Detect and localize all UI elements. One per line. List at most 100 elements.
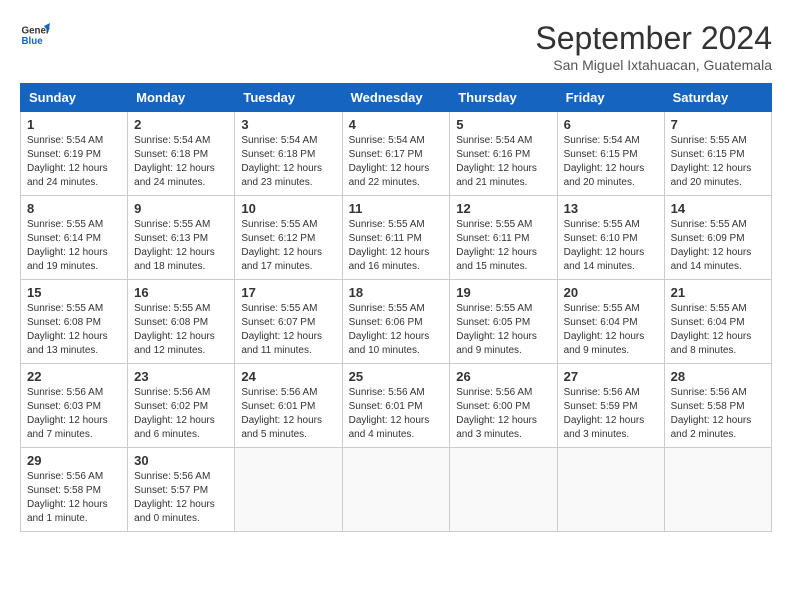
calendar-cell: 17 Sunrise: 5:55 AMSunset: 6:07 PMDayligh… [235, 280, 342, 364]
day-number: 3 [241, 117, 335, 132]
calendar-cell: 24Sunrise: 5:56 AMSunset: 6:01 PMDayligh… [235, 364, 342, 448]
day-number: 28 [671, 369, 765, 384]
day-info: Sunrise: 5:55 AMSunset: 6:07 PMDaylight:… [241, 303, 322, 356]
day-info: Sunrise: 5:55 AMSunset: 6:12 PMDaylight:… [241, 219, 322, 272]
calendar-cell: 19 Sunrise: 5:55 AMSunset: 6:05 PMDayligh… [450, 280, 557, 364]
day-number: 19 [456, 285, 550, 300]
calendar-cell: 7 Sunrise: 5:55 AMSunset: 6:15 PMDaylight… [664, 112, 771, 196]
calendar-cell: 11Sunrise: 5:55 AMSunset: 6:11 PMDayligh… [342, 196, 450, 280]
calendar-cell: 2Sunrise: 5:54 AMSunset: 6:18 PMDaylight… [128, 112, 235, 196]
day-info: Sunrise: 5:56 AMSunset: 6:03 PMDaylight:… [27, 387, 108, 440]
day-info: Sunrise: 5:55 AMSunset: 6:08 PMDaylight:… [134, 303, 215, 356]
day-info: Sunrise: 5:55 AMSunset: 6:05 PMDaylight:… [456, 303, 537, 356]
calendar-cell: 8 Sunrise: 5:55 AMSunset: 6:14 PMDaylight… [21, 196, 128, 280]
day-info: Sunrise: 5:56 AMSunset: 6:01 PMDaylight:… [349, 387, 430, 440]
day-info: Sunrise: 5:54 AMSunset: 6:18 PMDaylight:… [134, 135, 215, 188]
day-header-wednesday: Wednesday [342, 84, 450, 112]
day-info: Sunrise: 5:54 AMSunset: 6:18 PMDaylight:… [241, 135, 322, 188]
calendar-cell: 1 Sunrise: 5:54 AMSunset: 6:19 PMDaylight… [21, 112, 128, 196]
day-number: 29 [27, 453, 121, 468]
day-info: Sunrise: 5:55 AMSunset: 6:14 PMDaylight:… [27, 219, 108, 272]
day-number: 5 [456, 117, 550, 132]
day-number: 10 [241, 201, 335, 216]
calendar-cell: 29 Sunrise: 5:56 AMSunset: 5:58 PMDayligh… [21, 448, 128, 532]
day-number: 1 [27, 117, 121, 132]
day-number: 9 [134, 201, 228, 216]
location: San Miguel Ixtahuacan, Guatemala [535, 57, 772, 73]
day-number: 13 [564, 201, 658, 216]
calendar-header-row: SundayMondayTuesdayWednesdayThursdayFrid… [21, 84, 772, 112]
calendar-week-4: 22 Sunrise: 5:56 AMSunset: 6:03 PMDayligh… [21, 364, 772, 448]
calendar-cell: 4 Sunrise: 5:54 AMSunset: 6:17 PMDaylight… [342, 112, 450, 196]
day-number: 20 [564, 285, 658, 300]
day-info: Sunrise: 5:55 AMSunset: 6:09 PMDaylight:… [671, 219, 752, 272]
calendar-cell: 15 Sunrise: 5:55 AMSunset: 6:08 PMDayligh… [21, 280, 128, 364]
calendar-cell [235, 448, 342, 532]
calendar-cell [557, 448, 664, 532]
day-header-friday: Friday [557, 84, 664, 112]
day-info: Sunrise: 5:56 AMSunset: 5:59 PMDaylight:… [564, 387, 645, 440]
calendar-table: SundayMondayTuesdayWednesdayThursdayFrid… [20, 83, 772, 532]
day-number: 4 [349, 117, 444, 132]
day-info: Sunrise: 5:56 AMSunset: 6:00 PMDaylight:… [456, 387, 537, 440]
day-header-sunday: Sunday [21, 84, 128, 112]
calendar-cell: 26 Sunrise: 5:56 AMSunset: 6:00 PMDayligh… [450, 364, 557, 448]
calendar-cell: 10 Sunrise: 5:55 AMSunset: 6:12 PMDayligh… [235, 196, 342, 280]
day-number: 26 [456, 369, 550, 384]
day-number: 17 [241, 285, 335, 300]
day-number: 18 [349, 285, 444, 300]
day-info: Sunrise: 5:56 AMSunset: 5:58 PMDaylight:… [27, 471, 108, 524]
calendar-cell: 30 Sunrise: 5:56 AMSunset: 5:57 PMDayligh… [128, 448, 235, 532]
calendar-cell: 3 Sunrise: 5:54 AMSunset: 6:18 PMDaylight… [235, 112, 342, 196]
day-number: 6 [564, 117, 658, 132]
day-number: 21 [671, 285, 765, 300]
day-number: 14 [671, 201, 765, 216]
day-info: Sunrise: 5:55 AMSunset: 6:08 PMDaylight:… [27, 303, 108, 356]
calendar-week-1: 1 Sunrise: 5:54 AMSunset: 6:19 PMDaylight… [21, 112, 772, 196]
day-number: 11 [349, 201, 444, 216]
day-info: Sunrise: 5:56 AMSunset: 5:57 PMDaylight:… [134, 471, 215, 524]
calendar-cell: 18 Sunrise: 5:55 AMSunset: 6:06 PMDayligh… [342, 280, 450, 364]
calendar-cell: 21 Sunrise: 5:55 AMSunset: 6:04 PMDayligh… [664, 280, 771, 364]
calendar-cell: 9 Sunrise: 5:55 AMSunset: 6:13 PMDaylight… [128, 196, 235, 280]
calendar-cell: 22 Sunrise: 5:56 AMSunset: 6:03 PMDayligh… [21, 364, 128, 448]
day-header-tuesday: Tuesday [235, 84, 342, 112]
logo-icon: General Blue [20, 20, 50, 50]
calendar-cell: 5 Sunrise: 5:54 AMSunset: 6:16 PMDaylight… [450, 112, 557, 196]
day-number: 30 [134, 453, 228, 468]
day-info: Sunrise: 5:55 AMSunset: 6:04 PMDaylight:… [564, 303, 645, 356]
calendar-week-5: 29 Sunrise: 5:56 AMSunset: 5:58 PMDayligh… [21, 448, 772, 532]
day-header-monday: Monday [128, 84, 235, 112]
day-number: 24 [241, 369, 335, 384]
calendar-cell: 25 Sunrise: 5:56 AMSunset: 6:01 PMDayligh… [342, 364, 450, 448]
calendar-week-2: 8 Sunrise: 5:55 AMSunset: 6:14 PMDaylight… [21, 196, 772, 280]
calendar-cell: 12Sunrise: 5:55 AMSunset: 6:11 PMDayligh… [450, 196, 557, 280]
day-info: Sunrise: 5:54 AMSunset: 6:19 PMDaylight:… [27, 135, 108, 188]
day-info: Sunrise: 5:55 AMSunset: 6:04 PMDaylight:… [671, 303, 752, 356]
day-number: 8 [27, 201, 121, 216]
calendar-cell [450, 448, 557, 532]
day-number: 22 [27, 369, 121, 384]
day-info: Sunrise: 5:54 AMSunset: 6:17 PMDaylight:… [349, 135, 430, 188]
calendar-cell: 6 Sunrise: 5:54 AMSunset: 6:15 PMDaylight… [557, 112, 664, 196]
day-header-saturday: Saturday [664, 84, 771, 112]
calendar-cell: 20 Sunrise: 5:55 AMSunset: 6:04 PMDayligh… [557, 280, 664, 364]
day-number: 16 [134, 285, 228, 300]
day-info: Sunrise: 5:55 AMSunset: 6:13 PMDaylight:… [134, 219, 215, 272]
calendar-cell: 16 Sunrise: 5:55 AMSunset: 6:08 PMDayligh… [128, 280, 235, 364]
day-info: Sunrise: 5:54 AMSunset: 6:16 PMDaylight:… [456, 135, 537, 188]
day-number: 25 [349, 369, 444, 384]
day-header-thursday: Thursday [450, 84, 557, 112]
day-number: 7 [671, 117, 765, 132]
logo: General Blue [20, 20, 50, 50]
day-info: Sunrise: 5:55 AMSunset: 6:06 PMDaylight:… [349, 303, 430, 356]
day-info: Sunrise: 5:54 AMSunset: 6:15 PMDaylight:… [564, 135, 645, 188]
day-number: 15 [27, 285, 121, 300]
day-info: Sunrise: 5:55 AMSunset: 6:15 PMDaylight:… [671, 135, 752, 188]
svg-text:Blue: Blue [22, 36, 44, 47]
title-area: September 2024 San Miguel Ixtahuacan, Gu… [535, 20, 772, 73]
calendar-cell: 23Sunrise: 5:56 AMSunset: 6:02 PMDayligh… [128, 364, 235, 448]
calendar-cell: 27Sunrise: 5:56 AMSunset: 5:59 PMDayligh… [557, 364, 664, 448]
calendar-cell [664, 448, 771, 532]
calendar-week-3: 15 Sunrise: 5:55 AMSunset: 6:08 PMDayligh… [21, 280, 772, 364]
